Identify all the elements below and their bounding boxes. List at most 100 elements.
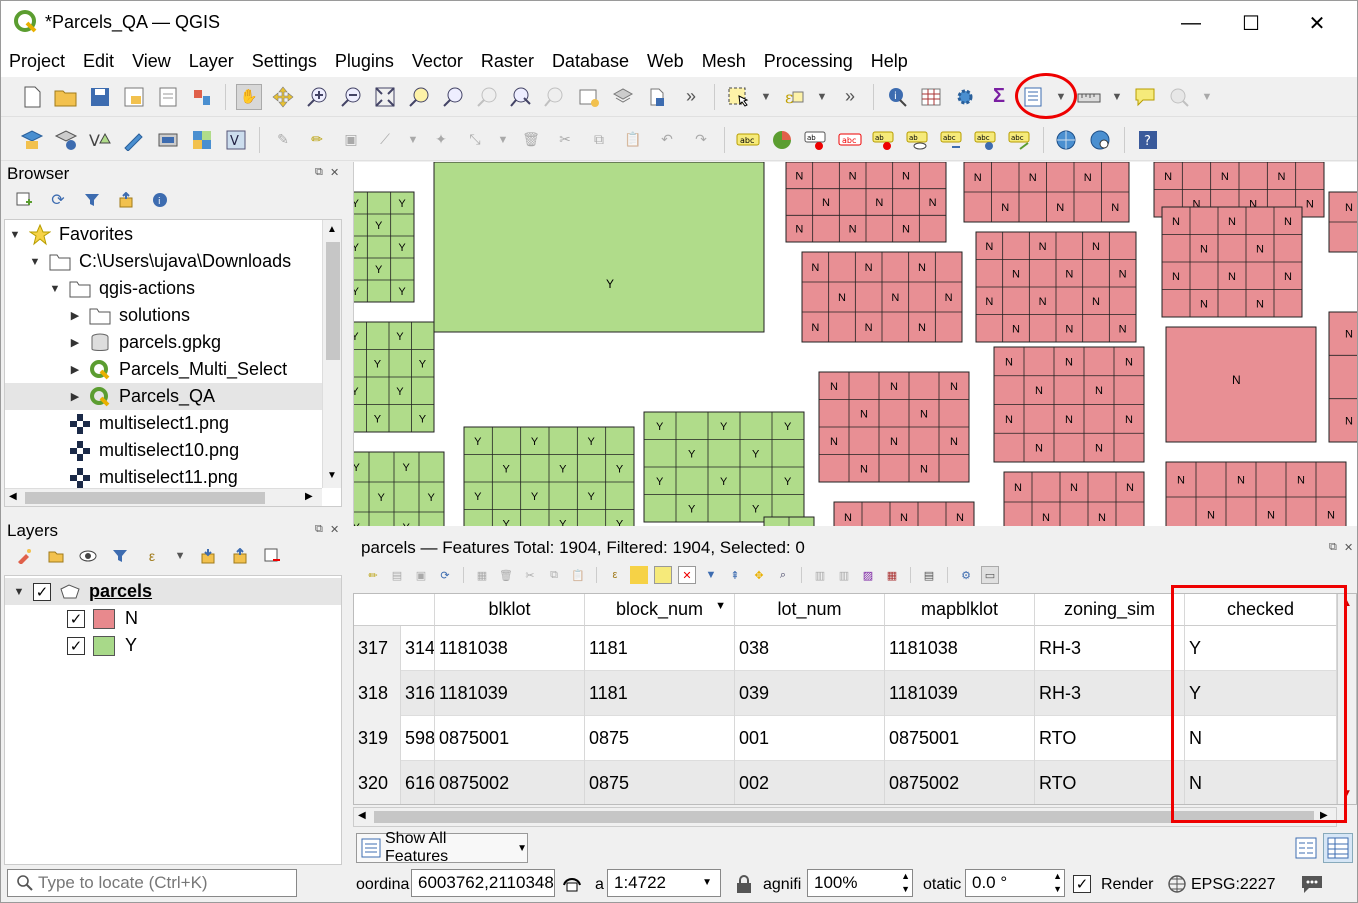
pan-selected-icon[interactable]: ✥ — [750, 566, 768, 584]
select-dropdown-icon[interactable]: ▼ — [759, 84, 773, 110]
browser-item-multiselect10[interactable]: multiselect10.png — [47, 437, 239, 464]
new-field-icon[interactable]: ▥ — [811, 566, 829, 584]
conditional-formatting-icon[interactable]: ▤ — [920, 566, 938, 584]
show-all-features-dropdown[interactable]: Show All Features ▼ — [356, 830, 528, 865]
map-canvas[interactable]: YYYYYYYYYYYYYYYYYYYYYYYYYYYYYYYYYYYYYYYY… — [353, 162, 1357, 526]
measure-dropdown-icon[interactable]: ▼ — [1110, 84, 1124, 110]
cell-blklot[interactable]: 1181038 — [435, 626, 585, 671]
zoom-selected-icon[interactable]: ⌕ — [774, 566, 792, 584]
browser-horizontal-scrollbar[interactable]: ◀ ▶ — [5, 488, 322, 506]
filter-select-icon[interactable]: ▼ — [702, 566, 720, 584]
form-view-icon[interactable] — [1293, 835, 1319, 861]
web-search-icon[interactable] — [1088, 127, 1114, 153]
parcel-block-n[interactable]: N N N N N N N N N N — [1161, 206, 1303, 318]
column-header-mapblklot[interactable]: mapblklot — [885, 594, 1035, 626]
invert-selection-icon[interactable] — [654, 566, 672, 584]
messages-icon[interactable] — [1299, 873, 1325, 900]
print-layout-icon[interactable] — [155, 84, 181, 110]
locator-search-input[interactable]: Type to locate (Ctrl+K) — [7, 869, 297, 897]
copy-features-icon[interactable]: ⧉ — [586, 127, 612, 153]
cell-block-num[interactable]: 1181 — [585, 626, 735, 671]
menu-layer[interactable]: Layer — [189, 51, 234, 72]
expanded-arrow-icon[interactable]: ▼ — [11, 586, 27, 598]
parcel-block-y[interactable]: Y Y Y Y Y Y Y Y Y Y — [643, 411, 805, 523]
modify-attributes-icon[interactable]: ⤡ — [462, 127, 488, 153]
pan-map-icon[interactable]: ✋ — [236, 83, 262, 110]
cell-blklot[interactable]: 0875001 — [435, 716, 585, 761]
browser-item-parcels-gpkg[interactable]: ▶ parcels.gpkg — [67, 329, 221, 356]
expand-all-icon[interactable] — [199, 547, 217, 565]
select-by-expression-icon[interactable]: ε — [781, 84, 807, 110]
move-selection-top-icon[interactable]: ⇞ — [726, 566, 744, 584]
remove-layer-icon[interactable] — [263, 547, 281, 565]
label-tool-icon[interactable]: abc — [735, 127, 761, 153]
row-header[interactable]: 318 — [354, 671, 401, 716]
cut-icon[interactable]: ✂ — [521, 566, 539, 584]
cell-lot-num[interactable]: 001 — [735, 716, 885, 761]
delete-feature-icon[interactable]: 🗑 — [497, 566, 515, 584]
menu-raster[interactable]: Raster — [481, 51, 534, 72]
save-edits-icon[interactable]: ▣ — [412, 566, 430, 584]
crs-label[interactable]: EPSG:2227 — [1191, 876, 1276, 894]
collapse-all-icon[interactable] — [117, 191, 135, 209]
menu-help[interactable]: Help — [871, 51, 908, 72]
cell-blklot[interactable]: 0875002 — [435, 761, 585, 804]
select-features-icon[interactable] — [725, 84, 751, 110]
open-project-icon[interactable] — [53, 84, 79, 110]
category-visibility-checkbox[interactable]: ✓ — [67, 609, 85, 628]
menu-mesh[interactable]: Mesh — [702, 51, 746, 72]
rotation-spinbox[interactable]: 0.0 ° ▲ ▼ — [965, 869, 1065, 897]
panel-close-icon[interactable]: ✕ — [330, 166, 339, 179]
dock-table-icon[interactable]: ▭ — [981, 566, 999, 584]
statistics-icon[interactable] — [918, 84, 944, 110]
toggle-editing-icon[interactable]: ✏ — [364, 566, 382, 584]
undo-icon[interactable]: ↶ — [654, 127, 680, 153]
scroll-down-icon[interactable]: ▼ — [327, 470, 337, 481]
virtual-layer-icon[interactable]: V — [223, 127, 249, 153]
add-dropdown-icon[interactable]: ▼ — [406, 127, 420, 153]
browser-item-downloads[interactable]: ▼ C:\Users\ujava\Downloads — [27, 248, 292, 275]
raster-layer-icon[interactable] — [189, 127, 215, 153]
expanded-arrow-icon[interactable]: ▼ — [27, 256, 43, 268]
column-header-block-num[interactable]: block_num ▼ — [585, 594, 735, 626]
menu-processing[interactable]: Processing — [764, 51, 853, 72]
menu-edit[interactable]: Edit — [83, 51, 114, 72]
parcel-block-n[interactable]: NN — [1328, 311, 1357, 443]
zoom-out-icon[interactable] — [338, 84, 364, 110]
cell-block-num[interactable]: 0875 — [585, 716, 735, 761]
zoom-selection-icon[interactable] — [406, 84, 432, 110]
pan-to-selection-icon[interactable] — [270, 84, 296, 110]
scroll-left-icon[interactable]: ◀ — [9, 491, 17, 502]
menu-plugins[interactable]: Plugins — [335, 51, 394, 72]
cell-mapblklot[interactable]: 1181039 — [885, 671, 1035, 716]
redo-icon[interactable]: ↷ — [688, 127, 714, 153]
panel-float-icon[interactable]: ⧉ — [315, 166, 323, 179]
cell-mapblklot[interactable]: 0875002 — [885, 761, 1035, 804]
digitize-icon[interactable] — [121, 127, 147, 153]
locate-dropdown-icon[interactable]: ▼ — [1200, 84, 1214, 110]
paste-features-icon[interactable]: 📋 — [620, 127, 646, 153]
parcel-block-y[interactable] — [763, 516, 815, 526]
browser-item-qgis-actions[interactable]: ▼ qgis-actions — [47, 275, 196, 302]
cell-blklot[interactable]: 1181039 — [435, 671, 585, 716]
web-globe-icon[interactable] — [1054, 127, 1080, 153]
spin-arrows-icon[interactable]: ▲ ▼ — [901, 870, 910, 896]
new-map-view-icon[interactable] — [576, 84, 602, 110]
collapsed-arrow-icon[interactable]: ▶ — [67, 363, 83, 376]
move-label-icon[interactable]: ab — [871, 127, 897, 153]
data-source-manager-icon[interactable] — [19, 127, 45, 153]
zoom-in-icon[interactable] — [304, 84, 330, 110]
column-header-blklot[interactable]: blklot — [435, 594, 585, 626]
measure-icon[interactable] — [1076, 84, 1102, 110]
more-tools-icon[interactable]: » — [678, 84, 704, 110]
properties-info-icon[interactable]: i — [151, 191, 169, 209]
cell-mapblklot[interactable]: 1181038 — [885, 626, 1035, 671]
cell-lot-num[interactable]: 039 — [735, 671, 885, 716]
parcel-block-y-large[interactable] — [433, 162, 765, 333]
menu-settings[interactable]: Settings — [252, 51, 317, 72]
panel-float-icon[interactable]: ⧉ — [1329, 541, 1337, 554]
spin-arrows-icon[interactable]: ▲ ▼ — [1053, 870, 1062, 896]
sum-icon[interactable]: Σ — [986, 84, 1012, 110]
browser-item-multiselect1[interactable]: multiselect1.png — [47, 410, 229, 437]
expanded-arrow-icon[interactable]: ▼ — [47, 283, 63, 295]
